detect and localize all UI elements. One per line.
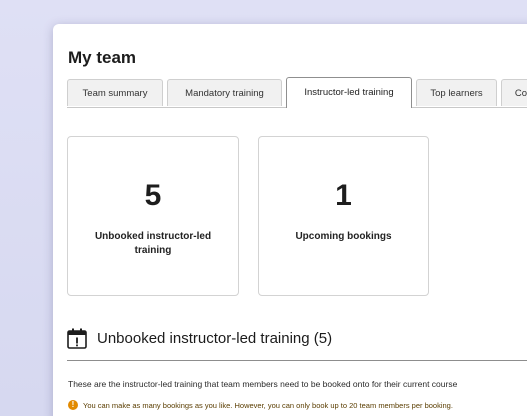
stat-card-upcoming[interactable]: 1 Upcoming bookings	[258, 136, 429, 296]
stat-card-unbooked[interactable]: 5 Unbooked instructor-led training	[67, 136, 239, 296]
section-heading: Unbooked instructor-led training (5)	[67, 325, 332, 351]
tab-instructor-led-training[interactable]: Instructor-led training	[286, 77, 412, 108]
info-warning-icon: !	[68, 400, 78, 410]
stat-value: 1	[335, 179, 352, 212]
section-intro-text: These are the instructor-led training th…	[68, 379, 458, 389]
tab-co[interactable]: Co	[501, 79, 527, 106]
booking-limit-warning: ! You can make as many bookings as you l…	[68, 400, 453, 410]
warning-text: You can make as many bookings as you lik…	[83, 400, 453, 410]
tab-team-summary[interactable]: Team summary	[67, 79, 163, 106]
tab-mandatory-training[interactable]: Mandatory training	[167, 79, 282, 106]
tab-bar: Team summary Mandatory training Instruct…	[67, 77, 527, 108]
page-title: My team	[68, 48, 137, 67]
calendar-alert-icon	[67, 328, 87, 349]
my-team-panel: My team Team summary Mandatory training …	[53, 24, 527, 416]
stat-value: 5	[144, 179, 162, 212]
section-title: Unbooked instructor-led training (5)	[97, 329, 333, 347]
section-divider	[67, 360, 527, 361]
stat-label: Unbooked instructor-led training	[94, 231, 212, 256]
tab-top-learners[interactable]: Top learners	[416, 79, 497, 106]
stat-label: Upcoming bookings	[295, 231, 392, 242]
